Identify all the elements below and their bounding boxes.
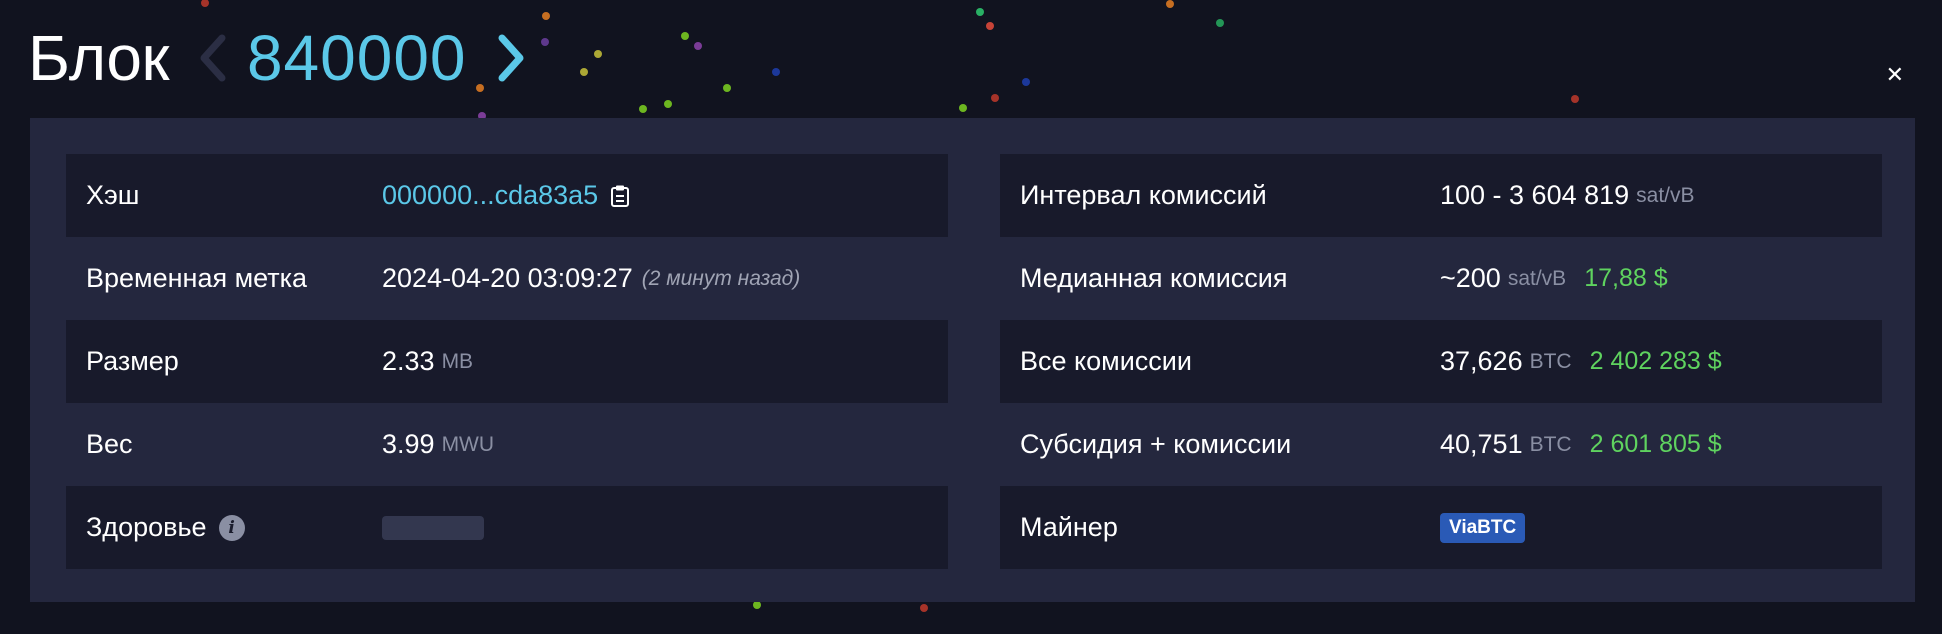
subsidy-usd: 2 601 805 $ xyxy=(1589,430,1722,458)
table-row-weight: Вес 3.99 MWU xyxy=(66,403,948,486)
size-unit: MB xyxy=(441,349,474,373)
table-row-miner: Майнер ViaBTC xyxy=(1000,486,1882,569)
chevron-left-icon[interactable] xyxy=(191,26,235,90)
median-fee-value: ~200 xyxy=(1440,263,1501,293)
health-label: Здоровье xyxy=(86,512,207,542)
table-row-hash: Хэш 000000...cda83a5 xyxy=(66,154,948,237)
weight-unit: MWU xyxy=(441,432,495,456)
size-label: Размер xyxy=(86,346,179,376)
subsidy-unit: BTC xyxy=(1529,432,1572,456)
table-row-health: Здоровье i xyxy=(66,486,948,569)
table-row-timestamp: Временная метка 2024-04-20 03:09:27 (2 м… xyxy=(66,237,948,320)
block-height-link[interactable]: 840000 xyxy=(247,21,467,95)
hash-label: Хэш xyxy=(86,180,140,210)
total-fees-label: Все комиссии xyxy=(1020,346,1192,376)
total-fees-usd: 2 402 283 $ xyxy=(1589,347,1722,375)
fee-range-value: 100 - 3 604 819 xyxy=(1440,180,1630,210)
close-icon[interactable]: ✕ xyxy=(1886,62,1904,88)
page-header: Блок 840000 xyxy=(28,18,533,98)
timestamp-value: 2024-04-20 03:09:27 xyxy=(382,263,633,293)
weight-value: 3.99 xyxy=(382,429,435,459)
page-title: Блок xyxy=(28,22,169,94)
table-row-size: Размер 2.33 MB xyxy=(66,320,948,403)
total-fees-value: 37,626 xyxy=(1440,346,1523,376)
miner-label: Майнер xyxy=(1020,512,1118,542)
fee-range-unit: sat/vB xyxy=(1636,183,1695,207)
median-fee-label: Медианная комиссия xyxy=(1020,263,1288,293)
block-info-table: Хэш 000000...cda83a5 Временная метка 202… xyxy=(66,154,948,569)
fee-range-label: Интервал комиссий xyxy=(1020,180,1267,210)
median-fee-unit: sat/vB xyxy=(1507,266,1567,290)
total-fees-unit: BTC xyxy=(1529,349,1572,373)
clipboard-icon[interactable] xyxy=(610,184,630,208)
fee-info-table: Интервал комиссий 100 - 3 604 819 sat/vB… xyxy=(1000,154,1882,569)
subsidy-label: Субсидия + комиссии xyxy=(1020,429,1292,459)
miner-badge[interactable]: ViaBTC xyxy=(1440,512,1526,543)
info-icon[interactable]: i xyxy=(218,514,245,541)
table-row-fee-range: Интервал комиссий 100 - 3 604 819 sat/vB xyxy=(1000,154,1882,237)
hash-link[interactable]: 000000...cda83a5 xyxy=(382,180,598,211)
table-row-total-fees: Все комиссии 37,626 BTC 2 402 283 $ xyxy=(1000,320,1882,403)
subsidy-value: 40,751 xyxy=(1440,429,1523,459)
timestamp-ago: (2 минут назад) xyxy=(641,266,801,290)
table-row-subsidy: Субсидия + комиссии 40,751 BTC 2 601 805… xyxy=(1000,403,1882,486)
health-placeholder-bar xyxy=(382,515,484,540)
table-row-median-fee: Медианная комиссия ~200 sat/vB 17,88 $ xyxy=(1000,237,1882,320)
weight-label: Вес xyxy=(86,429,133,459)
chevron-right-icon[interactable] xyxy=(489,26,533,90)
block-details-panel: Хэш 000000...cda83a5 Временная метка 202… xyxy=(30,118,1915,602)
timestamp-label: Временная метка xyxy=(86,263,308,293)
size-value: 2.33 xyxy=(382,346,435,376)
median-fee-usd: 17,88 $ xyxy=(1584,264,1668,292)
